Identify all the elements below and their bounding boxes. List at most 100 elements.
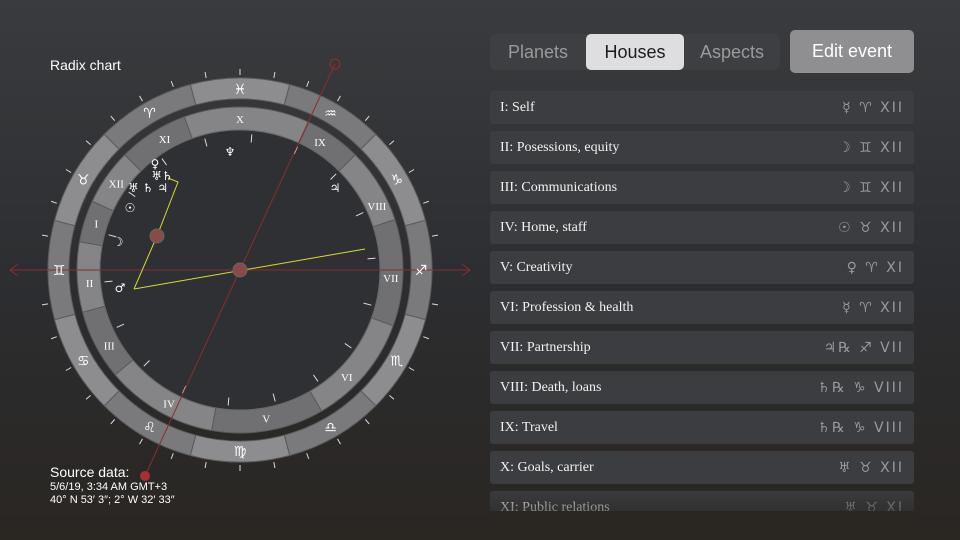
outer-tick [41,234,49,237]
zodiac-sign-label: ♋ [77,354,90,370]
outer-tick [423,200,430,204]
outer-tick [204,71,207,79]
source-datetime: 5/6/19, 3:34 AM GMT+3 [50,481,168,493]
house-signs: ♅ ♉ XII [838,459,904,476]
house-row-7[interactable]: VII: Partnership ♃℞ ♐ VII [490,331,914,364]
source-coordinates: 40° N 53′ 3″; 2° W 32′ 33″ [50,494,175,506]
zodiac-sign-label: ♓ [234,82,247,98]
outer-tick [337,95,341,102]
inner-tick [367,257,376,260]
source-data: Source data: 5/6/19, 3:34 AM GMT+3 40° N… [50,464,175,507]
house-label: IV: Home, staff [500,219,587,235]
house-label: VI: Profession & health [500,299,634,315]
tab-houses[interactable]: Houses [586,34,684,70]
tab-aspects[interactable]: Aspects [684,34,780,70]
house-number-label: IX [314,137,326,149]
planet-glyph: ☉ [125,201,136,215]
house-signs: ♅ ♉ XI [844,499,904,512]
house-label: I: Self [500,99,535,115]
outer-tick [364,115,370,121]
outer-tick [170,80,174,87]
planet-glyph: ♂ [115,281,126,295]
outer-tick [50,336,57,340]
house-number-label: VIII [367,201,386,213]
outer-tick [65,367,72,371]
outer-tick [408,367,415,371]
outer-tick [204,461,207,469]
house-number-label: XI [159,134,171,146]
zodiac-sign-label: ♏ [390,354,403,370]
house-label: IX: Travel [500,419,558,435]
planet-glyph: ♆ [225,145,236,159]
outer-tick [306,453,310,460]
house-row-8[interactable]: VIII: Death, loans ♄℞ ♑ VIII [490,371,914,404]
house-label: VII: Partnership [500,339,591,355]
houses-list[interactable]: I: Self ☿ ♈ XII II: Posessions, equity ☽… [490,91,914,511]
house-signs: ♄℞ ♑ VIII [817,419,904,436]
house-number-label: IV [163,398,175,410]
house-row-2[interactable]: II: Posessions, equity ☽ ♊ XII [490,131,914,164]
outer-tick [408,169,415,173]
house-row-11[interactable]: XI: Public relations ♅ ♉ XI [490,491,914,511]
outer-tick [431,234,439,237]
radix-chart[interactable]: ♓♒♑♐♏♎♍♌♋♊♉♈ XIXVIIIVIIVIVIVIIIIIIXIIXI … [0,0,480,540]
house-row-3[interactable]: III: Communications ☽ ♊ XII [490,171,914,204]
zodiac-sign-label: ♉ [77,173,90,189]
zodiac-sign-label: ♍ [234,444,247,460]
house-row-1[interactable]: I: Self ☿ ♈ XII [490,91,914,124]
outer-tick [85,140,91,146]
outer-tick [389,394,395,400]
outer-tick [139,95,143,102]
outer-tick [41,303,49,306]
zodiac-sign-label: ♊ [53,263,66,279]
outer-tick [65,169,72,173]
zodiac-sign-label: ♐ [415,263,428,279]
outer-tick [85,394,91,400]
house-label: VIII: Death, loans [500,379,602,395]
house-row-10[interactable]: X: Goals, carrier ♅ ♉ XII [490,451,914,484]
house-number-label: XII [109,178,125,190]
planet-glyph: ♃ [330,181,341,195]
house-label: XI: Public relations [500,499,610,512]
view-segmented-control[interactable]: Planets Houses Aspects [490,34,780,70]
house-number-label: III [104,341,115,353]
outer-tick [139,438,143,445]
zodiac-sign-label: ♌ [143,420,156,436]
focus-marker [149,228,165,244]
outer-tick [306,80,310,87]
zodiac-sign-label: ♈ [143,106,156,122]
outer-tick [389,140,395,146]
zodiac-sign-label: ♒ [324,106,337,122]
house-row-6[interactable]: VI: Profession & health ☿ ♈ XII [490,291,914,324]
house-signs: ☽ ♊ XII [838,179,904,196]
house-number-label: V [262,414,270,426]
outer-tick [110,419,116,425]
house-number-label: I [95,218,99,230]
house-signs: ♃℞ ♐ VII [823,339,904,356]
outer-tick [170,453,174,460]
house-row-4[interactable]: IV: Home, staff ☉ ♉ XII [490,211,914,244]
inner-tick [104,280,113,283]
outer-tick [364,419,370,425]
house-row-5[interactable]: V: Creativity ♀ ♈ XI [490,251,914,284]
zodiac-sign-label: ♎ [324,420,337,436]
house-signs: ♄℞ ♑ VIII [817,379,904,396]
tab-planets[interactable]: Planets [490,34,586,70]
outer-tick [273,71,276,79]
house-number-label: II [86,278,94,290]
outer-tick [431,303,439,306]
house-label: II: Posessions, equity [500,139,620,155]
zodiac-sign-label: ♑ [390,173,403,189]
inner-tick [250,134,253,143]
house-signs: ☉ ♉ XII [838,219,904,236]
house-signs: ☿ ♈ XII [842,99,904,116]
source-header: Source data: [50,464,130,480]
house-number-label: VI [341,372,353,384]
outer-tick [337,438,341,445]
house-number-label: VII [383,273,399,285]
center-marker [232,262,248,278]
house-signs: ☽ ♊ XII [838,139,904,156]
house-label: III: Communications [500,179,618,195]
house-row-9[interactable]: IX: Travel ♄℞ ♑ VIII [490,411,914,444]
edit-event-button[interactable]: Edit event [790,30,914,73]
